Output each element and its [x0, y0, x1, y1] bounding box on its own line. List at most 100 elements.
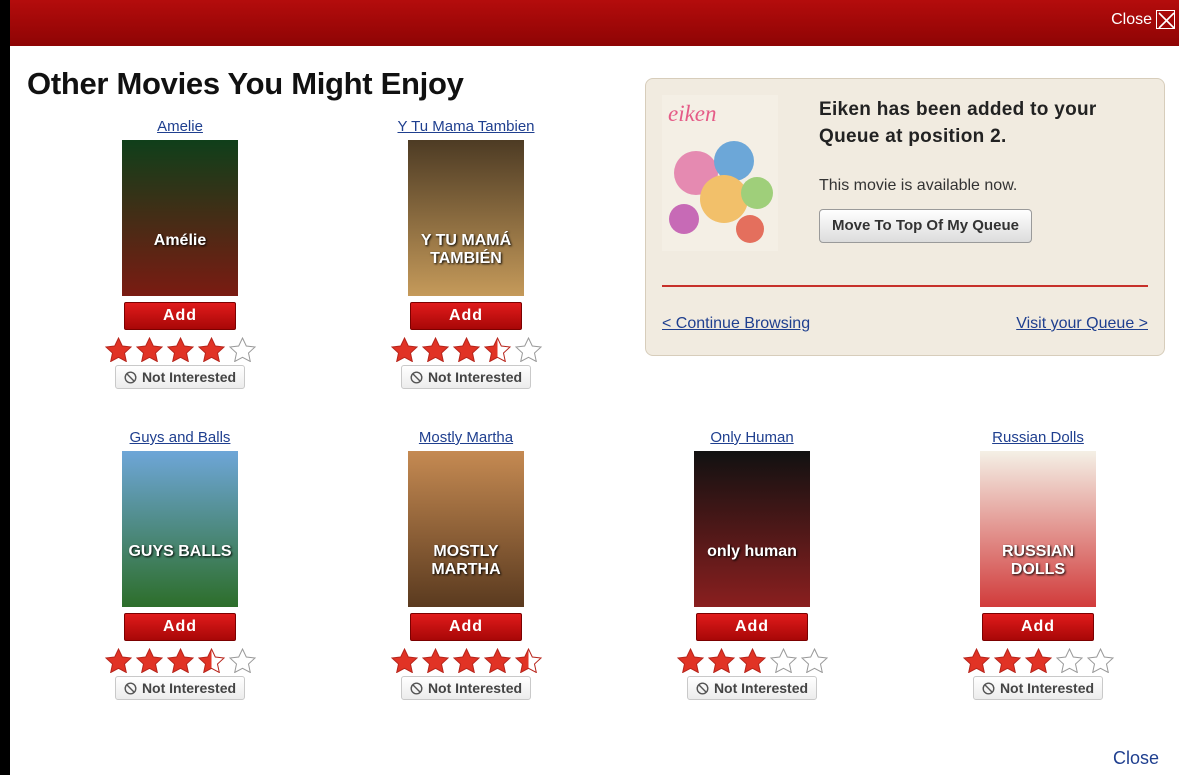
star-full-icon[interactable] — [992, 647, 1023, 673]
not-interested-label: Not Interested — [999, 680, 1095, 696]
star-full-icon[interactable] — [675, 647, 706, 673]
star-full-icon[interactable] — [389, 336, 420, 362]
star-full-icon[interactable] — [103, 336, 134, 362]
poster-title: GUYS BALLS — [128, 543, 232, 560]
move-to-top-button[interactable]: Move To Top Of My Queue — [819, 209, 1032, 243]
close-icon — [1156, 10, 1175, 29]
star-full-icon[interactable] — [420, 336, 451, 362]
poster-title: Y TU MAMÁ TAMBIÉN — [420, 232, 512, 267]
movie-title-link[interactable]: Guys and Balls — [80, 427, 280, 449]
star-empty-icon[interactable] — [227, 647, 258, 673]
star-rating[interactable] — [672, 647, 832, 673]
prohibit-icon — [982, 681, 995, 695]
close-top-label: Close — [1111, 10, 1152, 28]
star-full-icon[interactable] — [165, 336, 196, 362]
movie-card: Y Tu Mama Tambien Y TU MAMÁ TAMBIÉN Add … — [366, 116, 566, 389]
modal-frame: Close Other Movies You Might Enjoy Ameli… — [0, 0, 1179, 775]
not-interested-button[interactable]: Not Interested — [400, 365, 532, 389]
not-interested-label: Not Interested — [427, 680, 523, 696]
not-interested-label: Not Interested — [141, 680, 237, 696]
star-empty-icon[interactable] — [768, 647, 799, 673]
not-interested-label: Not Interested — [427, 369, 523, 385]
star-full-icon[interactable] — [103, 647, 134, 673]
star-half-icon[interactable] — [196, 647, 227, 673]
star-full-icon[interactable] — [196, 336, 227, 362]
poster-title: RUSSIAN DOLLS — [1001, 543, 1074, 578]
prohibit-icon — [696, 681, 709, 695]
confirmation-poster-title: eiken — [668, 101, 717, 126]
star-full-icon[interactable] — [389, 647, 420, 673]
not-interested-button[interactable]: Not Interested — [400, 676, 532, 700]
add-to-queue-button[interactable]: Add — [696, 613, 808, 641]
star-full-icon[interactable] — [165, 647, 196, 673]
confirmation-poster: eiken — [662, 95, 778, 251]
star-empty-icon[interactable] — [1054, 647, 1085, 673]
star-empty-icon[interactable] — [1085, 647, 1116, 673]
not-interested-button[interactable]: Not Interested — [972, 676, 1104, 700]
add-to-queue-button[interactable]: Add — [124, 302, 236, 330]
confirmation-divider — [662, 285, 1148, 287]
poster-title: Amélie — [153, 232, 207, 249]
prohibit-icon — [410, 681, 423, 695]
movie-title-link[interactable]: Only Human — [652, 427, 852, 449]
star-full-icon[interactable] — [961, 647, 992, 673]
visit-queue-link[interactable]: Visit your Queue > — [1016, 315, 1148, 333]
movie-title-link[interactable]: Amelie — [80, 116, 280, 138]
star-full-icon[interactable] — [1023, 647, 1054, 673]
not-interested-button[interactable]: Not Interested — [686, 676, 818, 700]
continue-browsing-link[interactable]: < Continue Browsing — [662, 315, 810, 333]
movie-card: Russian Dolls RUSSIAN DOLLS Add Not Inte… — [938, 427, 1138, 700]
star-empty-icon[interactable] — [799, 647, 830, 673]
movie-card: Guys and Balls GUYS BALLS Add Not Intere… — [80, 427, 280, 700]
star-rating[interactable] — [100, 336, 260, 362]
queue-confirmation-box: eiken Eiken has been added to your Queue… — [645, 78, 1165, 356]
star-full-icon[interactable] — [706, 647, 737, 673]
star-rating[interactable] — [100, 647, 260, 673]
add-to-queue-button[interactable]: Add — [410, 613, 522, 641]
star-full-icon[interactable] — [451, 647, 482, 673]
prohibit-icon — [124, 370, 137, 384]
not-interested-button[interactable]: Not Interested — [114, 365, 246, 389]
star-empty-icon[interactable] — [227, 336, 258, 362]
not-interested-label: Not Interested — [141, 369, 237, 385]
queue-added-message: Eiken has been added to your Queue at po… — [819, 99, 1097, 147]
star-rating[interactable] — [386, 647, 546, 673]
movie-poster[interactable]: MOSTLY MARTHA — [408, 451, 524, 607]
movie-poster[interactable]: only human — [694, 451, 810, 607]
prohibit-icon — [410, 370, 423, 384]
prohibit-icon — [124, 681, 137, 695]
page-title: Other Movies You Might Enjoy — [27, 66, 464, 101]
poster-title: only human — [707, 543, 797, 560]
add-to-queue-button[interactable]: Add — [124, 613, 236, 641]
poster-title: MOSTLY MARTHA — [431, 543, 501, 578]
movie-poster[interactable]: GUYS BALLS — [122, 451, 238, 607]
star-full-icon[interactable] — [451, 336, 482, 362]
star-empty-icon[interactable] — [513, 336, 544, 362]
star-full-icon[interactable] — [134, 336, 165, 362]
movie-title-link[interactable]: Y Tu Mama Tambien — [366, 116, 566, 138]
not-interested-button[interactable]: Not Interested — [114, 676, 246, 700]
modal-header-bar: Close — [10, 0, 1179, 46]
movie-card: Amelie Amélie Add Not Interested — [80, 116, 280, 389]
movie-title-link[interactable]: Mostly Martha — [366, 427, 566, 449]
star-rating[interactable] — [958, 647, 1118, 673]
add-to-queue-button[interactable]: Add — [410, 302, 522, 330]
star-half-icon[interactable] — [513, 647, 544, 673]
movie-title-link[interactable]: Russian Dolls — [938, 427, 1138, 449]
movie-card: Mostly Martha MOSTLY MARTHA Add Not Inte… — [366, 427, 566, 700]
movie-poster[interactable]: Amélie — [122, 140, 238, 296]
recommendations-panel: Other Movies You Might Enjoy Amelie Amél… — [10, 46, 1179, 775]
add-to-queue-button[interactable]: Add — [982, 613, 1094, 641]
close-bottom-link[interactable]: Close — [1113, 748, 1159, 769]
not-interested-label: Not Interested — [713, 680, 809, 696]
close-top-button[interactable]: Close — [1111, 10, 1175, 29]
movie-poster[interactable]: RUSSIAN DOLLS — [980, 451, 1096, 607]
star-rating[interactable] — [386, 336, 546, 362]
movie-card: Only Human only human Add Not Interested — [652, 427, 852, 700]
star-full-icon[interactable] — [420, 647, 451, 673]
star-half-icon[interactable] — [482, 336, 513, 362]
star-full-icon[interactable] — [737, 647, 768, 673]
movie-poster[interactable]: Y TU MAMÁ TAMBIÉN — [408, 140, 524, 296]
star-full-icon[interactable] — [482, 647, 513, 673]
star-full-icon[interactable] — [134, 647, 165, 673]
